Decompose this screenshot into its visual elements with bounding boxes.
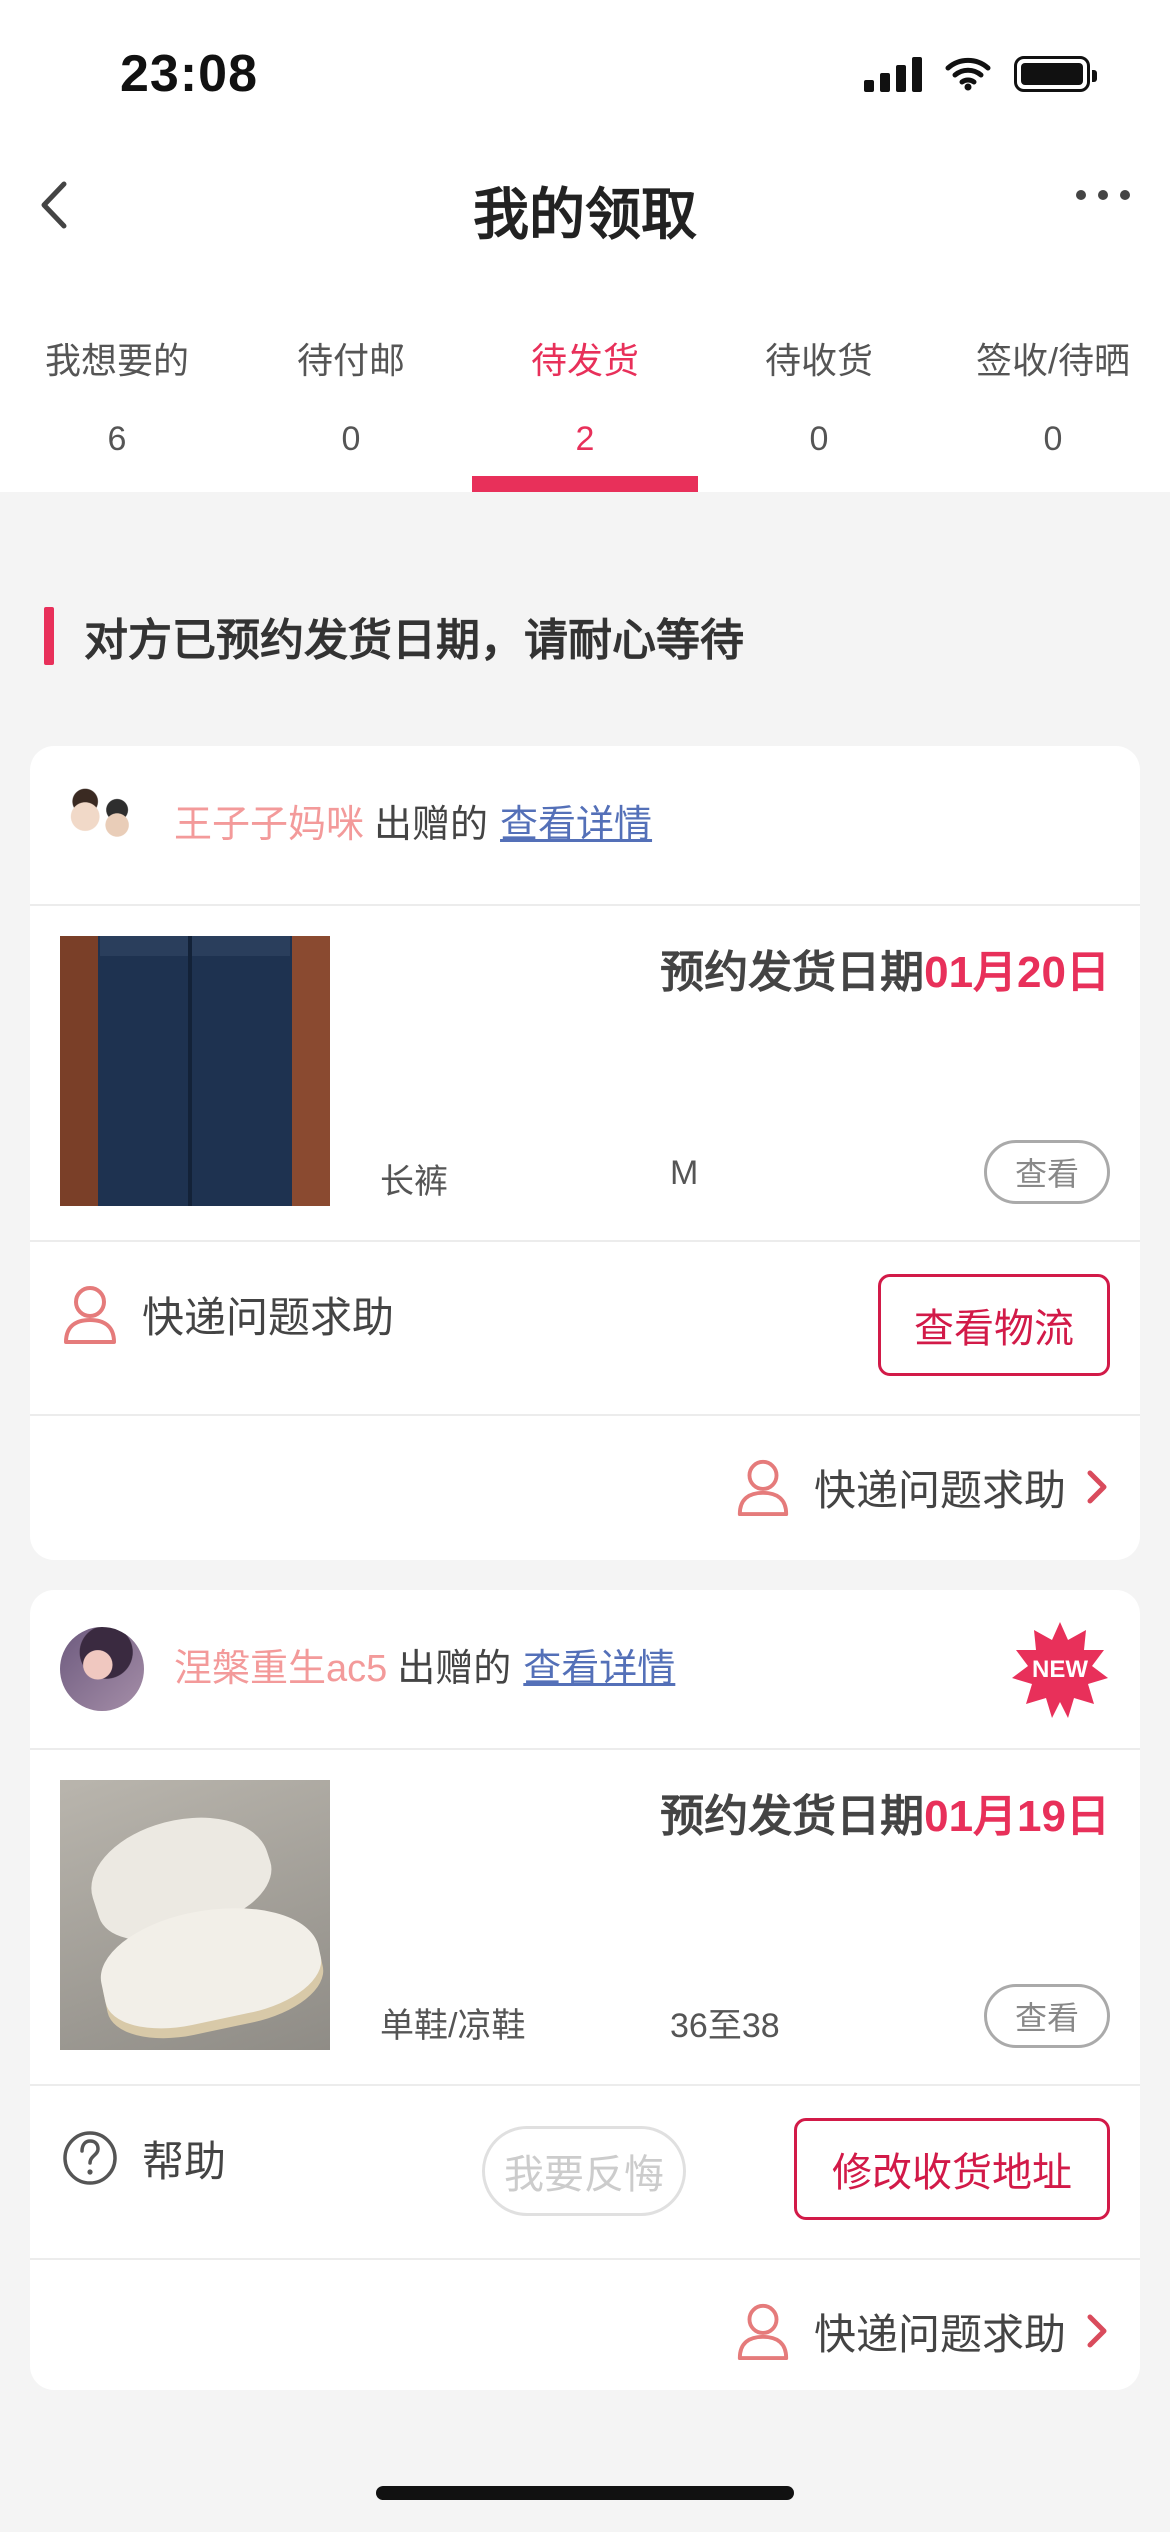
order-card: 王子子妈咪 出赠的 查看详情 预约发货日期01月20日 长裤 M 查看 快递问题… bbox=[30, 746, 1140, 1560]
donor-name[interactable]: 王子子妈咪 bbox=[174, 806, 364, 844]
regret-button[interactable]: 我要反悔 bbox=[482, 2126, 686, 2216]
footer-help-label: 快递问题求助 bbox=[813, 1466, 1066, 1514]
tab-count: 2 bbox=[575, 420, 595, 458]
card-header: 涅槃重生ac5 出赠的 查看详情 NEW bbox=[30, 1590, 1140, 1750]
action-row: 快递问题求助 查看物流 bbox=[30, 1242, 1140, 1416]
tab-pending-shipment[interactable]: 待发货 2 bbox=[468, 318, 702, 492]
view-button[interactable]: 查看 bbox=[984, 1984, 1110, 2048]
view-button[interactable]: 查看 bbox=[984, 1140, 1110, 1204]
home-indicator[interactable] bbox=[376, 2486, 794, 2500]
help-link[interactable]: 帮助 bbox=[60, 2126, 226, 2190]
ship-date: 预约发货日期01月20日 bbox=[660, 936, 1110, 1000]
person-icon bbox=[737, 2303, 789, 2360]
item-row[interactable]: 预约发货日期01月20日 长裤 M 查看 bbox=[30, 906, 1140, 1242]
new-badge-label: NEW bbox=[1032, 1656, 1088, 1683]
person-icon bbox=[64, 1286, 116, 1344]
avatar[interactable] bbox=[60, 1627, 144, 1711]
signal-icon bbox=[864, 56, 922, 92]
status-icons bbox=[864, 56, 1097, 92]
view-details-link[interactable]: 查看详情 bbox=[523, 1650, 675, 1688]
help-label: 帮助 bbox=[142, 2137, 227, 2185]
edit-address-button[interactable]: 修改收货地址 bbox=[794, 2118, 1110, 2220]
wifi-icon bbox=[945, 57, 991, 91]
gives-text: 出赠的 bbox=[397, 1648, 512, 1690]
item-row[interactable]: 预约发货日期01月19日 单鞋/凉鞋 36至38 查看 bbox=[30, 1750, 1140, 2086]
notice-accent-bar bbox=[44, 607, 54, 665]
tab-label: 签收/待晒 bbox=[975, 340, 1130, 381]
status-time: 23:08 bbox=[120, 45, 258, 103]
footer-courier-help[interactable]: 快递问题求助 bbox=[734, 1456, 1110, 1518]
ship-date-value: 01月19日 bbox=[924, 1792, 1110, 1841]
tab-signed[interactable]: 签收/待晒 0 bbox=[936, 318, 1170, 492]
card-header: 王子子妈咪 出赠的 查看详情 bbox=[30, 746, 1140, 906]
item-size: 36至38 bbox=[670, 2007, 780, 2045]
page-title: 我的领取 bbox=[473, 183, 697, 246]
order-card: 涅槃重生ac5 出赠的 查看详情 NEW 预约发货日期01月19日 单鞋/凉鞋 … bbox=[30, 1590, 1140, 2390]
donor-name[interactable]: 涅槃重生ac5 bbox=[174, 1650, 387, 1688]
tab-label: 我想要的 bbox=[44, 340, 189, 381]
item-photo[interactable] bbox=[60, 936, 330, 1206]
item-photo[interactable] bbox=[60, 1780, 330, 2050]
chevron-right-icon bbox=[1087, 2314, 1107, 2348]
tab-label: 待发货 bbox=[530, 340, 639, 381]
tab-want[interactable]: 我想要的 6 bbox=[0, 318, 234, 492]
ship-date-value: 01月20日 bbox=[924, 948, 1110, 997]
header-area: 23:08 我的领取 我想要的 6 待付邮 0 待发货 2 待收货 0 签收/待… bbox=[0, 0, 1170, 492]
tab-count: 0 bbox=[809, 420, 829, 458]
courier-help[interactable]: 快递问题求助 bbox=[60, 1282, 394, 1346]
item-size: M bbox=[670, 1154, 699, 1192]
more-dots-icon[interactable] bbox=[1076, 190, 1130, 200]
tab-label: 待付邮 bbox=[296, 340, 405, 381]
footer-help-label: 快递问题求助 bbox=[813, 2310, 1066, 2358]
notice-text: 对方已预约发货日期，请耐心等待 bbox=[84, 616, 744, 665]
question-circle-icon bbox=[63, 2131, 117, 2185]
tab-count: 6 bbox=[107, 420, 127, 458]
avatar[interactable] bbox=[60, 783, 144, 867]
gives-text: 出赠的 bbox=[374, 804, 489, 846]
view-logistics-button[interactable]: 查看物流 bbox=[878, 1274, 1110, 1376]
tab-label: 待收货 bbox=[764, 340, 873, 381]
active-tab-underline bbox=[472, 476, 698, 492]
notice: 对方已预约发货日期，请耐心等待 bbox=[44, 604, 744, 668]
screen: 23:08 我的领取 我想要的 6 待付邮 0 待发货 2 待收货 0 签收/待… bbox=[0, 0, 1170, 2532]
donor-line: 王子子妈咪 出赠的 查看详情 bbox=[174, 806, 652, 844]
donor-line: 涅槃重生ac5 出赠的 查看详情 bbox=[174, 1650, 675, 1688]
item-category: 长裤 bbox=[380, 1163, 448, 1201]
action-row: 帮助 我要反悔 修改收货地址 bbox=[30, 2086, 1140, 2260]
item-category: 单鞋/凉鞋 bbox=[380, 2007, 526, 2045]
tab-pending-receipt[interactable]: 待收货 0 bbox=[702, 318, 936, 492]
new-star-badge-icon: NEW bbox=[1010, 1620, 1110, 1720]
view-details-link[interactable]: 查看详情 bbox=[500, 806, 652, 844]
footer-row: 快递问题求助 bbox=[30, 1416, 1140, 1558]
ship-date: 预约发货日期01月19日 bbox=[660, 1780, 1110, 1844]
footer-courier-help[interactable]: 快递问题求助 bbox=[734, 2300, 1110, 2362]
tab-count: 0 bbox=[341, 420, 361, 458]
ship-date-label: 预约发货日期 bbox=[660, 948, 925, 997]
battery-icon bbox=[1014, 56, 1097, 92]
tab-count: 0 bbox=[1043, 420, 1063, 458]
chevron-right-icon bbox=[1087, 1470, 1107, 1504]
person-icon bbox=[737, 1459, 789, 1516]
footer-row: 快递问题求助 bbox=[30, 2260, 1140, 2390]
courier-help-label: 快递问题求助 bbox=[142, 1293, 395, 1341]
tab-pending-postage[interactable]: 待付邮 0 bbox=[234, 318, 468, 492]
ship-date-label: 预约发货日期 bbox=[660, 1792, 925, 1841]
status-tabs: 我想要的 6 待付邮 0 待发货 2 待收货 0 签收/待晒 0 bbox=[0, 318, 1170, 492]
